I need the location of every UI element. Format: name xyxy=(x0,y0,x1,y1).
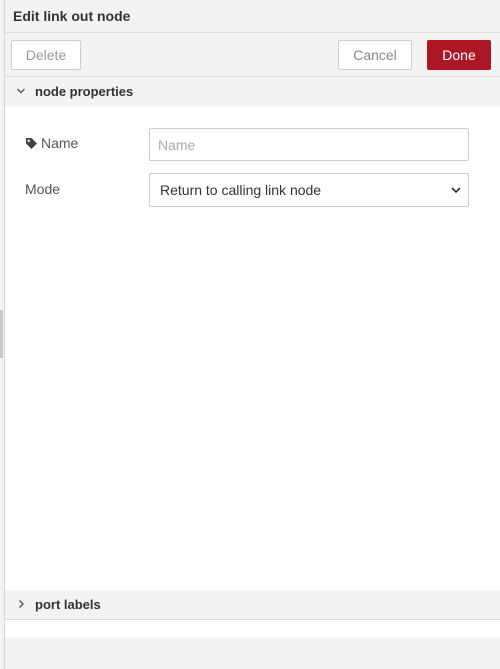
section-header-node-properties[interactable]: node properties xyxy=(5,77,500,107)
sidebar-resize-handle[interactable] xyxy=(0,310,3,358)
section-label: node properties xyxy=(35,84,134,99)
form-row-name: Name xyxy=(5,127,500,161)
mode-select[interactable]: Return to calling link node xyxy=(149,173,469,207)
chevron-right-icon xyxy=(16,596,26,612)
tag-icon xyxy=(25,137,38,150)
name-label: Name xyxy=(25,135,78,151)
section-header-port-labels[interactable]: port labels xyxy=(5,590,500,620)
mode-label: Mode xyxy=(25,181,61,197)
name-label-text: Name xyxy=(41,135,79,151)
tray-toolbar: Delete Cancel Done xyxy=(5,33,500,77)
tray-header: Edit link out node xyxy=(5,0,500,33)
name-input[interactable] xyxy=(149,128,469,161)
chevron-down-icon xyxy=(450,185,462,195)
mode-select-value: Return to calling link node xyxy=(160,182,322,198)
edit-node-tray: Edit link out node Delete Cancel Done no… xyxy=(4,0,500,669)
delete-button[interactable]: Delete xyxy=(11,40,81,70)
tray-footer xyxy=(5,637,500,669)
done-button[interactable]: Done xyxy=(427,40,491,70)
chevron-down-icon xyxy=(16,83,26,99)
form-row-mode: Mode Return to calling link node xyxy=(5,173,500,207)
section-label: port labels xyxy=(35,597,101,612)
cancel-button[interactable]: Cancel xyxy=(338,40,412,70)
tray-title: Edit link out node xyxy=(13,8,131,24)
